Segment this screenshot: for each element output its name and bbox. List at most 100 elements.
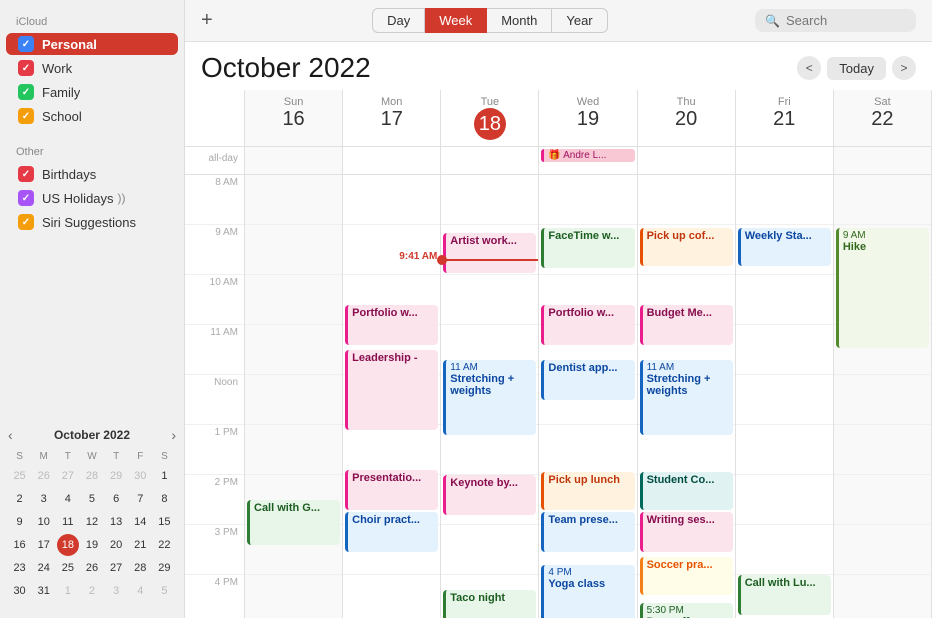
mini-cal-day[interactable]: 28	[81, 465, 103, 487]
family-label: Family	[42, 85, 80, 100]
mini-cal-day[interactable]: 27	[57, 465, 79, 487]
mini-cal-day[interactable]: 1	[153, 465, 175, 487]
mini-cal-day[interactable]: 30	[129, 465, 151, 487]
event-soccer[interactable]: Soccer pra...	[640, 557, 733, 595]
mini-cal-day[interactable]: 16	[9, 534, 31, 556]
sidebar-item-family[interactable]: ✓ Family	[6, 81, 178, 103]
mini-cal-day[interactable]: 26	[33, 465, 55, 487]
event-portfolio-mon[interactable]: Portfolio w...	[345, 305, 438, 345]
mini-cal-day[interactable]: 19	[81, 534, 103, 556]
mini-cal-day[interactable]: 10	[33, 511, 55, 533]
event-taco[interactable]: Taco night	[443, 590, 536, 618]
event-call-with-g[interactable]: Call with G...	[247, 500, 340, 545]
day-header-mon: Mon 17	[343, 90, 441, 146]
mini-cal-day[interactable]: 3	[105, 580, 127, 602]
mini-cal-day[interactable]: 31	[33, 580, 55, 602]
search-icon: 🔍	[765, 14, 780, 28]
mini-cal-day[interactable]: 5	[81, 488, 103, 510]
event-stretching-tue[interactable]: 11 AM Stretching + weights	[443, 360, 536, 435]
mini-cal-day[interactable]: 14	[129, 511, 151, 533]
mini-cal-day[interactable]: 2	[81, 580, 103, 602]
search-input[interactable]	[786, 13, 906, 28]
event-call-lu[interactable]: Call with Lu...	[738, 575, 831, 615]
mini-cal-day[interactable]: 29	[105, 465, 127, 487]
mini-cal-day[interactable]: 13	[105, 511, 127, 533]
sidebar-item-siri[interactable]: ✓ Siri Suggestions	[6, 211, 178, 233]
personal-checkbox: ✓	[18, 36, 34, 52]
time-slot-11am: 11 AM	[185, 325, 244, 375]
mini-cal-day[interactable]: 3	[33, 488, 55, 510]
mini-cal-day[interactable]: 25	[57, 557, 79, 579]
mini-cal-day[interactable]: 20	[105, 534, 127, 556]
mini-cal-day[interactable]: 8	[153, 488, 175, 510]
mini-cal-day[interactable]: 9	[9, 511, 31, 533]
today-button[interactable]: Today	[827, 57, 886, 80]
event-stretching-thu[interactable]: 11 AM Stretching + weights	[640, 360, 733, 435]
mini-cal-day[interactable]: 1	[57, 580, 79, 602]
mini-cal-day[interactable]: 30	[9, 580, 31, 602]
event-team-prese[interactable]: Team prese...	[541, 512, 634, 552]
mini-next-btn[interactable]: ›	[171, 427, 176, 443]
mini-cal-day[interactable]: 24	[33, 557, 55, 579]
mini-cal-day[interactable]: 27	[105, 557, 127, 579]
event-leadership[interactable]: Leadership -	[345, 350, 438, 430]
event-writing[interactable]: Writing ses...	[640, 512, 733, 552]
sidebar-item-personal[interactable]: ✓ Personal	[6, 33, 178, 55]
mini-cal-grid: SMTWTFS252627282930123456789101112131415…	[8, 449, 176, 602]
event-pickup-lunch[interactable]: Pick up lunch	[541, 472, 634, 510]
event-pickup-cof[interactable]: Pick up cof...	[640, 228, 733, 266]
view-week-btn[interactable]: Week	[425, 8, 487, 33]
time-slot-2pm: 2 PM	[185, 475, 244, 525]
event-facetime[interactable]: FaceTime w...	[541, 228, 634, 268]
sidebar-item-work[interactable]: ✓ Work	[6, 57, 178, 79]
event-keynote[interactable]: Keynote by...	[443, 475, 536, 515]
sidebar-item-school[interactable]: ✓ School	[6, 105, 178, 127]
event-student-co[interactable]: Student Co...	[640, 472, 733, 510]
mini-cal-day[interactable]: 29	[153, 557, 175, 579]
usholidays-checkbox: ✓	[18, 190, 34, 206]
event-dropoff[interactable]: 5:30 PM Drop off Grandma...	[640, 603, 733, 618]
next-week-btn[interactable]: >	[892, 56, 916, 80]
mini-cal-day[interactable]: 12	[81, 511, 103, 533]
event-yoga[interactable]: 4 PM Yoga class	[541, 565, 634, 618]
view-switcher: Day Week Month Year	[372, 8, 608, 33]
sidebar-item-birthdays[interactable]: ✓ Birthdays	[6, 163, 178, 185]
mini-cal-day[interactable]: 25	[9, 465, 31, 487]
sidebar-item-usholidays[interactable]: ✓ US Holidays ))	[6, 187, 178, 209]
mini-cal-day[interactable]: 5	[153, 580, 175, 602]
view-year-btn[interactable]: Year	[552, 8, 607, 33]
event-presentatio[interactable]: Presentatio...	[345, 470, 438, 510]
mini-cal-day[interactable]: 2	[9, 488, 31, 510]
event-weekly-sta[interactable]: Weekly Sta...	[738, 228, 831, 266]
mini-prev-btn[interactable]: ‹	[8, 427, 13, 443]
mini-cal-day[interactable]: 4	[129, 580, 151, 602]
mini-cal-day[interactable]: 22	[153, 534, 175, 556]
day-header-thu: Thu 20	[638, 90, 736, 146]
mini-cal-day[interactable]: 26	[81, 557, 103, 579]
event-budget[interactable]: Budget Me...	[640, 305, 733, 345]
event-artist-work[interactable]: Artist work...	[443, 233, 536, 273]
work-label: Work	[42, 61, 72, 76]
allday-label: all-day	[185, 147, 245, 174]
mini-cal-day[interactable]: 28	[129, 557, 151, 579]
mini-cal-day[interactable]: 4	[57, 488, 79, 510]
mini-cal-day[interactable]: 15	[153, 511, 175, 533]
event-hike[interactable]: 9 AM Hike	[836, 228, 929, 348]
event-dentist[interactable]: Dentist app...	[541, 360, 634, 400]
mini-cal-day[interactable]: 7	[129, 488, 151, 510]
mini-cal-day[interactable]: 23	[9, 557, 31, 579]
event-choir[interactable]: Choir pract...	[345, 512, 438, 552]
prev-week-btn[interactable]: <	[797, 56, 821, 80]
mini-cal-day[interactable]: 21	[129, 534, 151, 556]
event-portfolio-wed[interactable]: Portfolio w...	[541, 305, 634, 345]
mini-cal-day[interactable]: 11	[57, 511, 79, 533]
mini-cal-day[interactable]: 6	[105, 488, 127, 510]
allday-event-andre[interactable]: 🎁 Andre L...	[541, 149, 634, 162]
view-day-btn[interactable]: Day	[372, 8, 425, 33]
add-event-button[interactable]: +	[201, 9, 213, 32]
view-month-btn[interactable]: Month	[487, 8, 552, 33]
mini-cal-day[interactable]: 18	[57, 534, 79, 556]
mini-cal-day[interactable]: 17	[33, 534, 55, 556]
time-slot-9am: 9 AM	[185, 225, 244, 275]
day-col-tue: 9:41 AM Artist work... 11 AM Stretching …	[441, 175, 539, 618]
